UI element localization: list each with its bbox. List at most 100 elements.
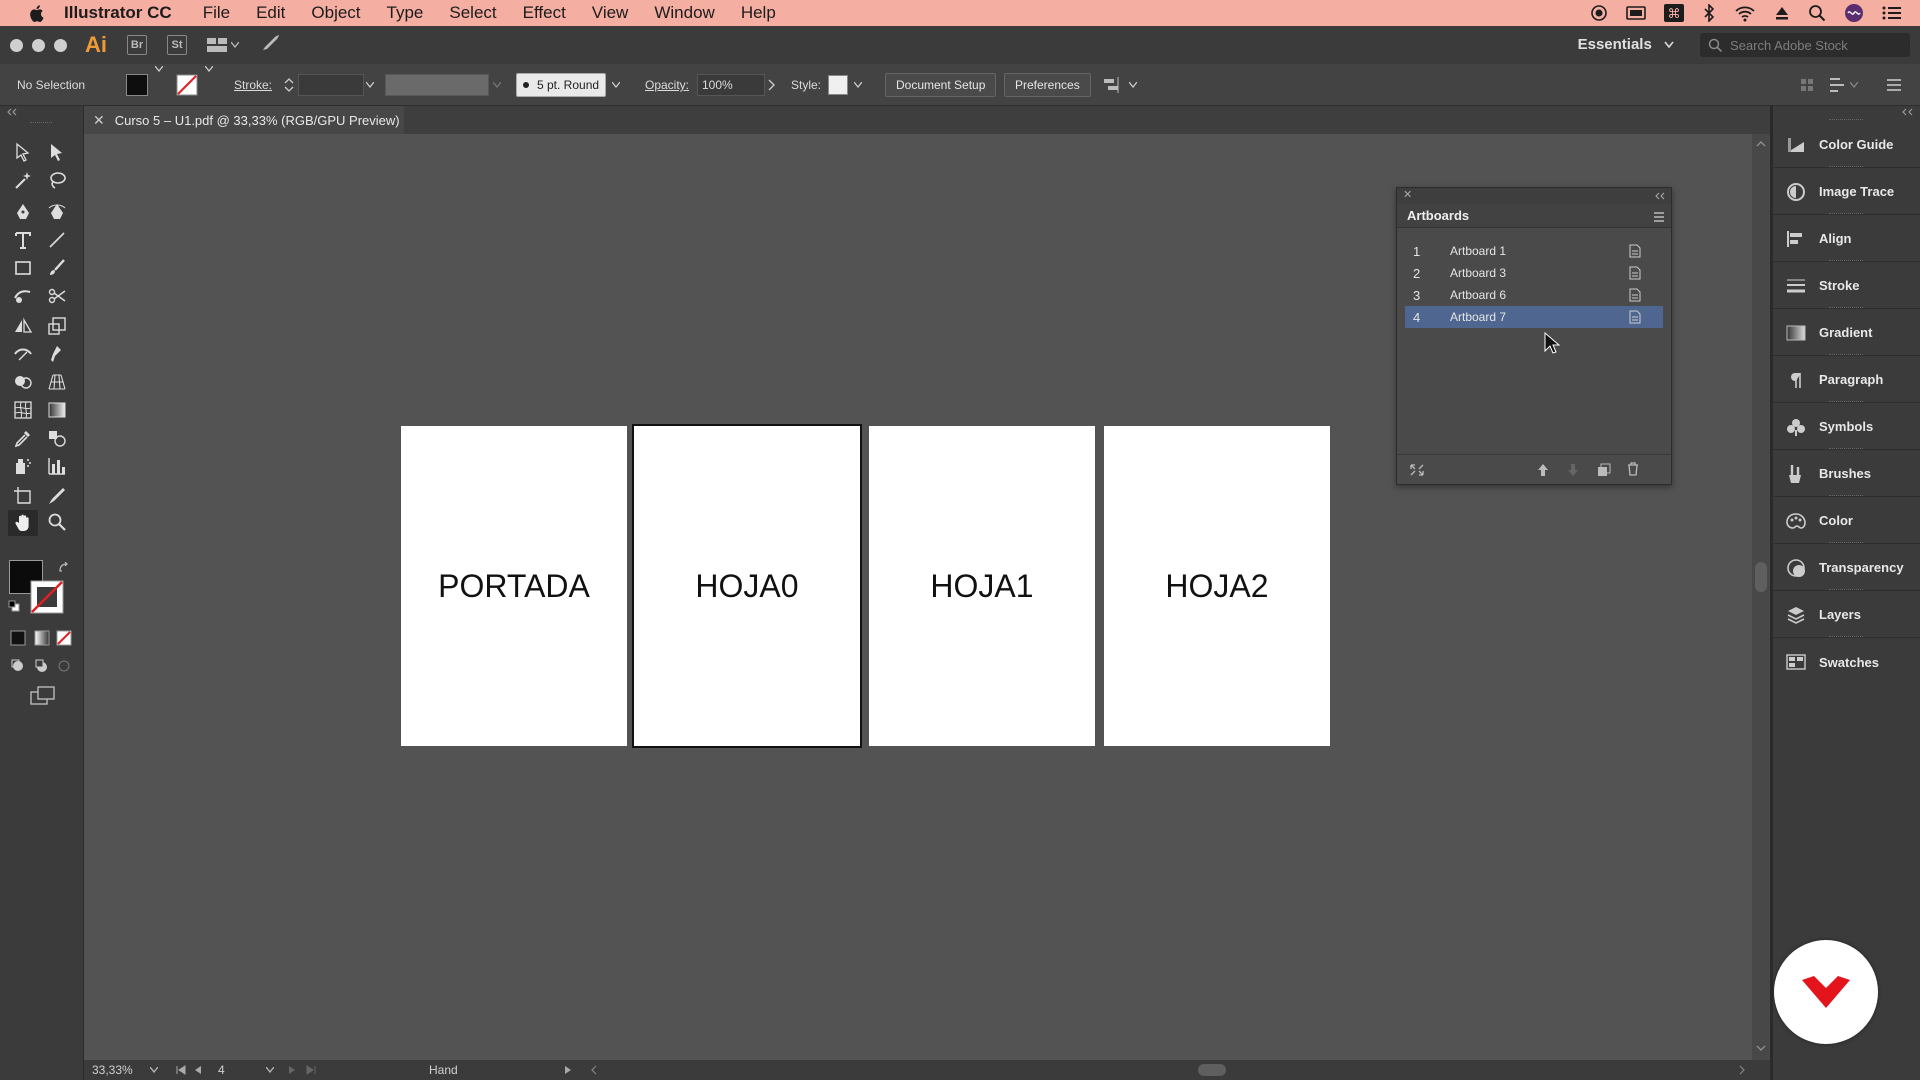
panel-menu-icon[interactable] bbox=[1653, 212, 1665, 222]
horizontal-scroll-thumb[interactable] bbox=[1198, 1060, 1226, 1080]
stroke-swatch[interactable] bbox=[176, 64, 198, 106]
artboard-name[interactable]: Artboard 1 bbox=[1445, 244, 1615, 258]
variable-width-profile[interactable] bbox=[385, 64, 505, 106]
dock-transparency[interactable]: Transparency bbox=[1773, 542, 1920, 591]
first-artboard-button[interactable] bbox=[176, 1060, 186, 1080]
dock-color-guide[interactable]: Color Guide bbox=[1773, 119, 1920, 168]
wifi-icon[interactable] bbox=[1734, 4, 1756, 22]
artboard-hoja1[interactable]: HOJA1 bbox=[869, 426, 1095, 746]
stroke-color-indicator[interactable] bbox=[30, 580, 64, 614]
default-fill-stroke-icon[interactable] bbox=[8, 600, 20, 612]
apple-icon[interactable] bbox=[22, 3, 50, 23]
dock-symbols[interactable]: Symbols bbox=[1773, 401, 1920, 450]
stroke-label[interactable]: Stroke: bbox=[234, 64, 272, 106]
column-graph-tool[interactable] bbox=[44, 454, 70, 478]
paintbrush-tool[interactable] bbox=[44, 256, 70, 280]
menu-type[interactable]: Type bbox=[387, 3, 424, 23]
previous-artboard-button[interactable] bbox=[194, 1060, 202, 1080]
app-name-menu[interactable]: Illustrator CC bbox=[64, 3, 172, 23]
spotlight-search-icon[interactable] bbox=[1808, 4, 1826, 22]
none-mode-icon[interactable] bbox=[56, 630, 72, 646]
swap-fill-stroke-icon[interactable] bbox=[58, 562, 70, 574]
artboard-portada[interactable]: PORTADA bbox=[401, 426, 627, 746]
status-menu-arrow[interactable] bbox=[564, 1060, 572, 1080]
vertical-scrollbar[interactable] bbox=[1752, 134, 1770, 1060]
opacity-expand-arrow[interactable] bbox=[768, 64, 776, 106]
gradient-tool[interactable] bbox=[44, 398, 70, 422]
stock-button[interactable]: St bbox=[167, 35, 187, 55]
artboard-hoja2[interactable]: HOJA2 bbox=[1104, 426, 1330, 746]
artboard-list-item-selected[interactable]: 4 Artboard 7 bbox=[1405, 306, 1663, 328]
width-tool[interactable] bbox=[10, 342, 36, 366]
menu-select[interactable]: Select bbox=[449, 3, 496, 23]
maximize-window-button[interactable] bbox=[54, 38, 67, 52]
dock-brushes[interactable]: Brushes bbox=[1773, 448, 1920, 497]
panel-toggle-icon[interactable] bbox=[1800, 64, 1814, 106]
menu-view[interactable]: View bbox=[592, 3, 629, 23]
delete-artboard-icon[interactable] bbox=[1627, 462, 1639, 476]
artboard-hoja0[interactable]: HOJA0 bbox=[632, 424, 862, 748]
artboard-list-item[interactable]: 3 Artboard 6 bbox=[1405, 284, 1663, 306]
move-up-icon[interactable] bbox=[1537, 463, 1549, 477]
shaper-tool[interactable] bbox=[10, 284, 36, 308]
new-artboard-icon[interactable] bbox=[1597, 463, 1611, 477]
brush-definition[interactable]: 5 pt. Round bbox=[516, 64, 621, 106]
reflect-tool[interactable] bbox=[10, 314, 36, 338]
gradient-mode-icon[interactable] bbox=[34, 630, 50, 646]
control-bar-menu-icon[interactable] bbox=[1886, 64, 1902, 106]
zoom-level-field[interactable]: 33,33% bbox=[92, 1060, 133, 1080]
menu-object[interactable]: Object bbox=[311, 3, 360, 23]
rearrange-artboards-icon[interactable] bbox=[1409, 463, 1425, 477]
stroke-dropdown[interactable] bbox=[203, 64, 215, 74]
arrange-documents-button[interactable] bbox=[207, 37, 239, 53]
dock-align[interactable]: Align bbox=[1773, 213, 1920, 262]
preferences-button[interactable]: Preferences bbox=[1004, 73, 1091, 97]
color-mode-icon[interactable] bbox=[10, 630, 26, 646]
artboard-options-icon[interactable] bbox=[1629, 266, 1641, 280]
eject-icon[interactable] bbox=[1774, 5, 1790, 21]
artboard-tool[interactable] bbox=[10, 484, 36, 508]
artboards-panel-tab[interactable]: Artboards bbox=[1397, 204, 1671, 228]
move-down-icon[interactable] bbox=[1567, 463, 1579, 477]
vertical-scroll-thumb[interactable] bbox=[1755, 562, 1767, 592]
stock-search-input[interactable]: Search Adobe Stock bbox=[1700, 33, 1910, 57]
dock-stroke[interactable]: Stroke bbox=[1773, 260, 1920, 309]
artboard-list-item[interactable]: 1 Artboard 1 bbox=[1405, 240, 1663, 262]
workspace-switcher[interactable]: Essentials bbox=[1578, 36, 1674, 53]
collapse-panel-icon[interactable] bbox=[1655, 192, 1665, 200]
dock-image-trace[interactable]: Image Trace bbox=[1773, 166, 1920, 215]
curvature-tool[interactable] bbox=[44, 200, 70, 224]
scroll-up-arrow-icon[interactable] bbox=[1756, 140, 1766, 148]
fill-dropdown[interactable] bbox=[153, 64, 165, 74]
slice-tool[interactable] bbox=[44, 484, 70, 508]
line-segment-tool[interactable] bbox=[44, 228, 70, 252]
dock-gradient[interactable]: Gradient bbox=[1773, 307, 1920, 356]
selection-tool[interactable] bbox=[10, 140, 36, 164]
scroll-right-arrow[interactable] bbox=[1738, 1060, 1746, 1080]
dock-layers[interactable]: Layers bbox=[1773, 589, 1920, 638]
bridge-button[interactable]: Br bbox=[127, 35, 147, 55]
direct-selection-tool[interactable] bbox=[44, 140, 70, 164]
artboard-options-icon[interactable] bbox=[1629, 288, 1641, 302]
graphic-style-swatch[interactable] bbox=[828, 64, 862, 106]
menu-effect[interactable]: Effect bbox=[523, 3, 566, 23]
menu-help[interactable]: Help bbox=[741, 3, 776, 23]
artboard-number-field[interactable]: 4 bbox=[218, 1060, 225, 1080]
hand-tool[interactable] bbox=[8, 510, 38, 536]
screen-mode-icon[interactable] bbox=[30, 686, 56, 706]
stroke-weight-stepper[interactable] bbox=[284, 64, 294, 106]
close-window-button[interactable] bbox=[10, 38, 23, 52]
menu-window[interactable]: Window bbox=[654, 3, 714, 23]
collapse-arrows-icon[interactable] bbox=[6, 108, 18, 116]
artboard-name[interactable]: Artboard 7 bbox=[1445, 310, 1615, 324]
draw-normal-icon[interactable] bbox=[10, 658, 26, 674]
stroke-weight-field[interactable] bbox=[298, 64, 376, 106]
blend-tool[interactable] bbox=[44, 426, 70, 450]
mesh-tool[interactable] bbox=[10, 398, 36, 422]
type-tool[interactable] bbox=[10, 228, 36, 252]
command-icon[interactable]: ⌘ bbox=[1664, 4, 1684, 22]
zoom-tool[interactable] bbox=[44, 510, 70, 534]
opacity-label[interactable]: Opacity: bbox=[645, 64, 689, 106]
document-setup-button[interactable]: Document Setup bbox=[885, 73, 997, 97]
opacity-field[interactable]: 100% bbox=[697, 64, 765, 106]
